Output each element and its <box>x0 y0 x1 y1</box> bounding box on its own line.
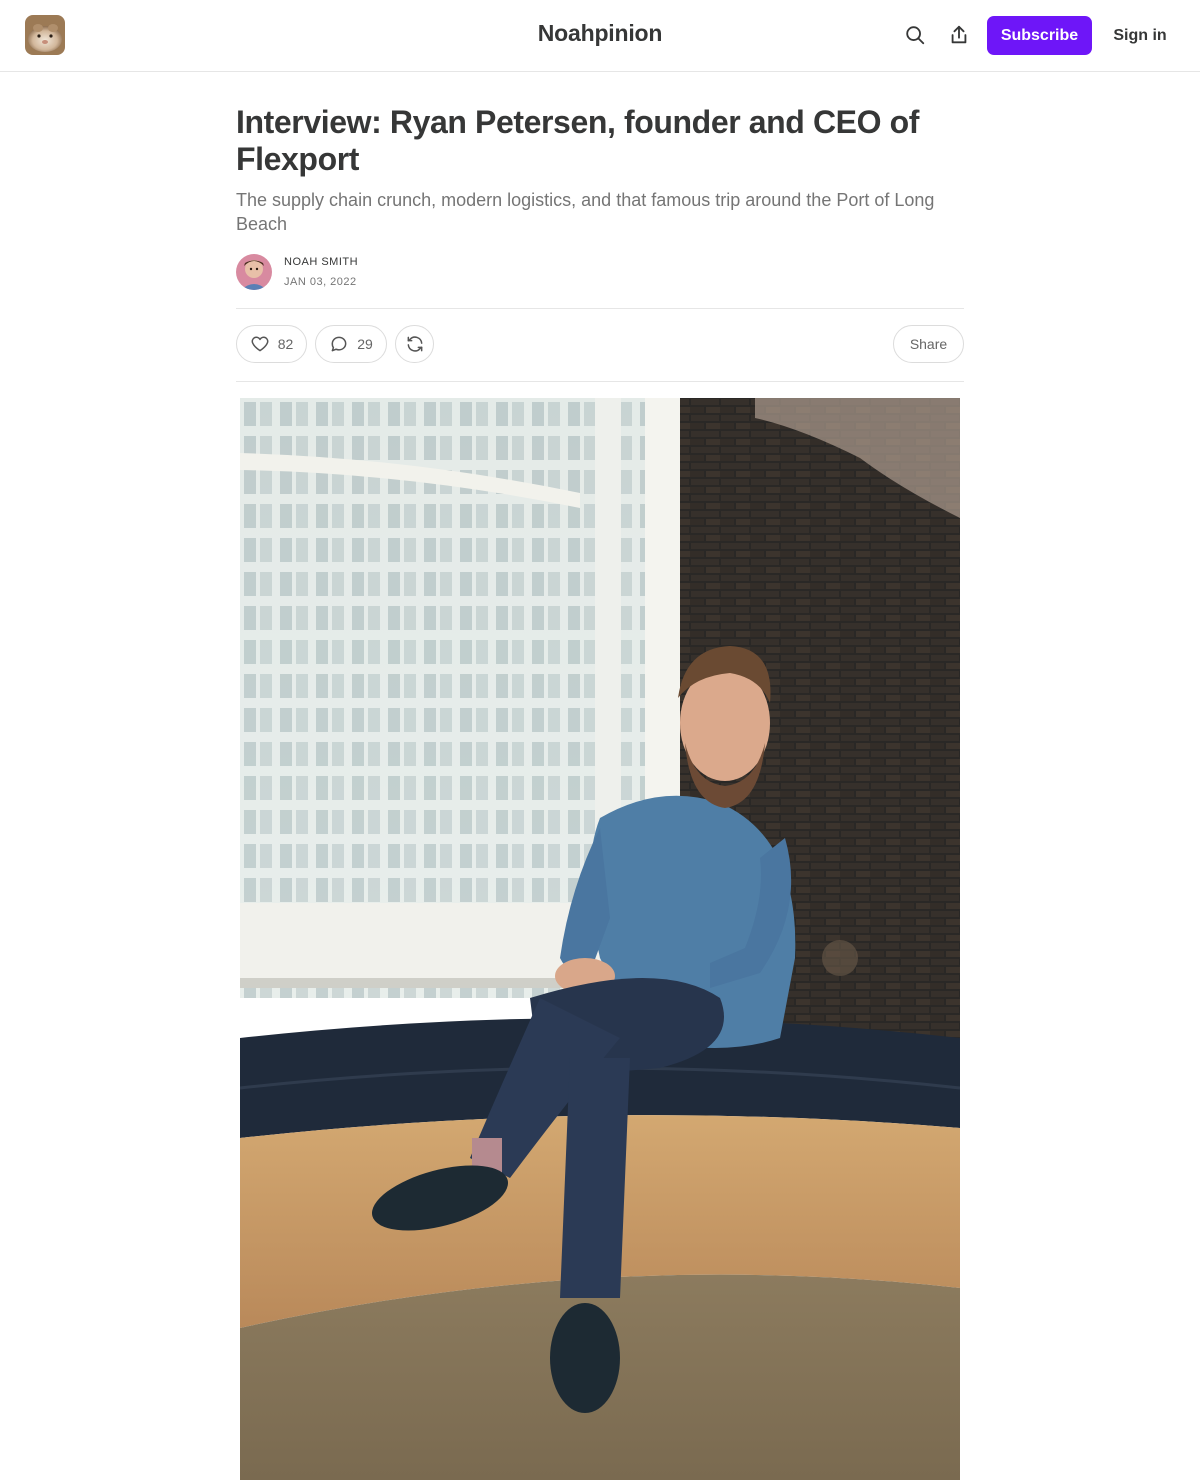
comment-button[interactable]: 29 <box>315 325 387 363</box>
post-date: JAN 03, 2022 <box>284 276 357 288</box>
share-button[interactable]: Share <box>893 325 964 363</box>
subscribe-button[interactable]: Subscribe <box>987 16 1092 55</box>
post-subtitle: The supply chain crunch, modern logistic… <box>236 190 935 234</box>
author-name[interactable]: NOAH SMITH <box>284 256 358 268</box>
sign-in-button[interactable]: Sign in <box>1104 16 1176 55</box>
share-upload-icon[interactable] <box>946 22 972 48</box>
author-avatar[interactable] <box>236 254 272 290</box>
heart-icon <box>250 334 270 354</box>
search-icon[interactable] <box>902 22 928 48</box>
restack-icon <box>405 334 425 354</box>
comment-count: 29 <box>357 336 373 352</box>
post-title: Interview: Ryan Petersen, founder and CE… <box>236 104 919 177</box>
like-button[interactable]: 82 <box>236 325 307 363</box>
divider <box>236 308 964 309</box>
hero-photo[interactable] <box>240 398 960 1480</box>
divider <box>236 381 964 382</box>
comment-icon <box>329 334 349 354</box>
top-navigation-bar: Noahpinion Subscribe Sign in <box>0 0 1200 72</box>
restack-button[interactable] <box>395 325 434 363</box>
like-count: 82 <box>277 336 294 352</box>
